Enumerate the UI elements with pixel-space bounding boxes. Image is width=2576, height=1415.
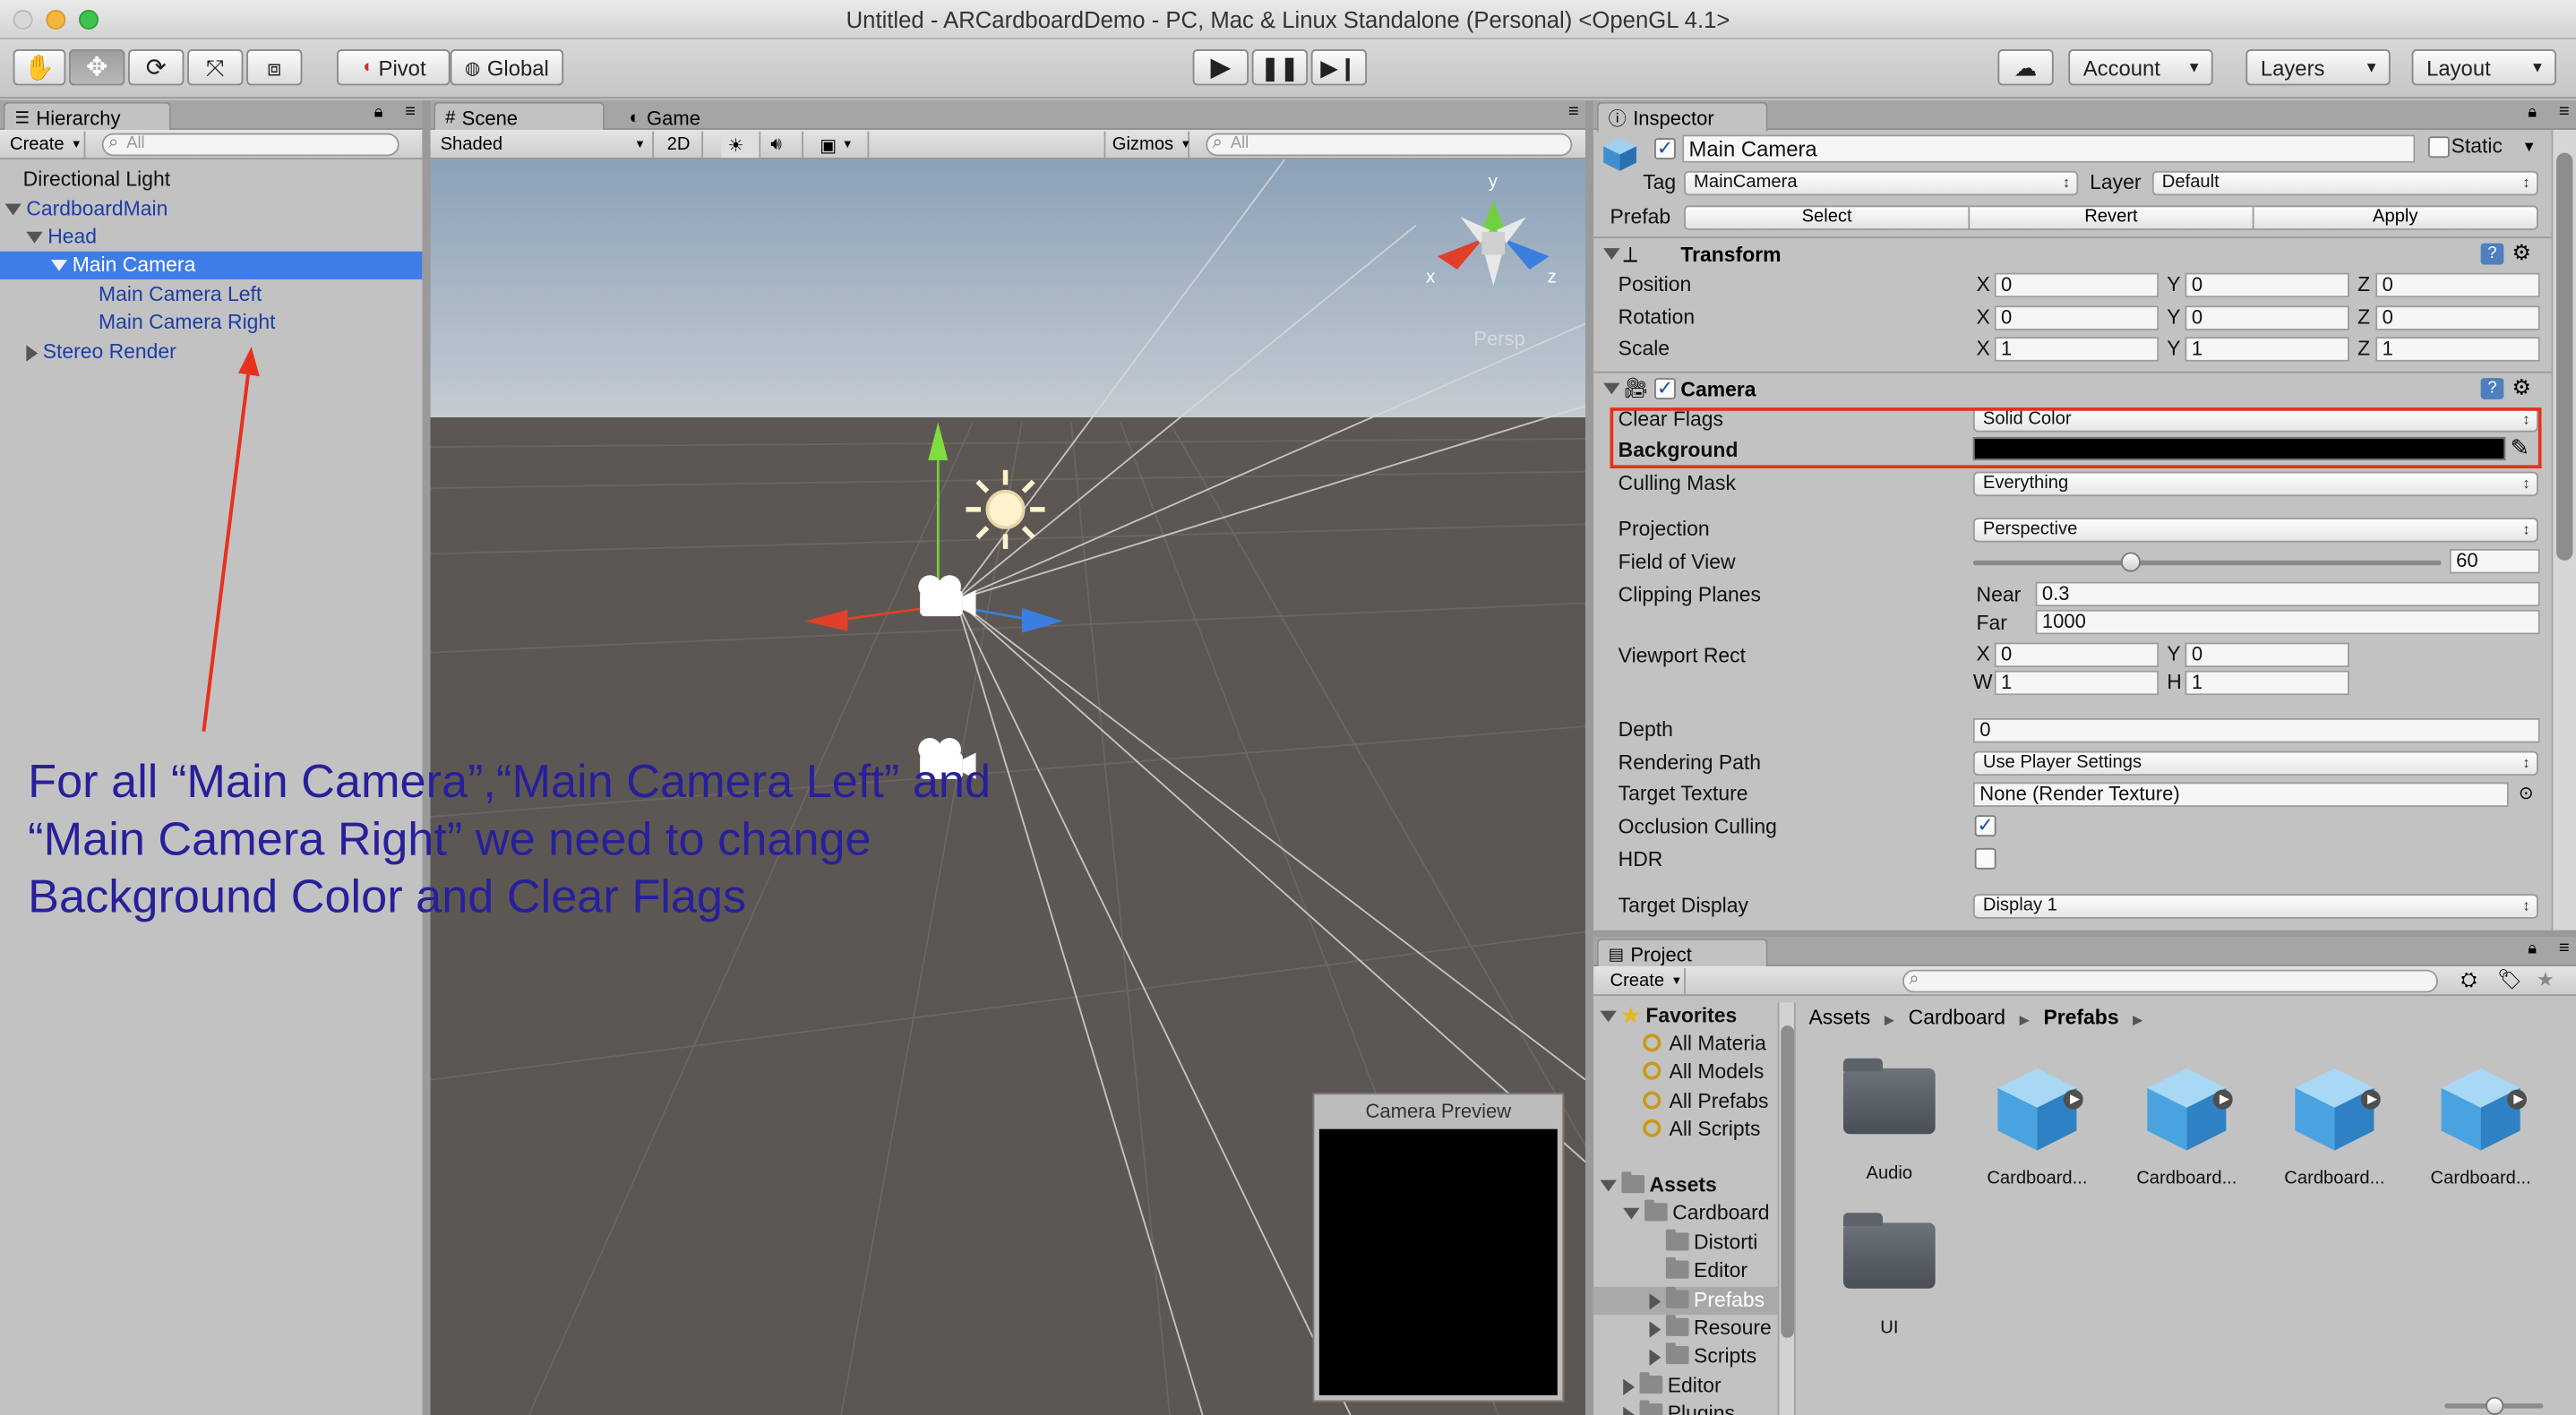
- annotation-text: For all “Main Camera”,“Main Camera Left”…: [28, 756, 992, 924]
- annotation-arrow: [202, 347, 260, 732]
- unity-editor-window: Untitled - ARCardboardDemo - PC, Mac & L…: [0, 0, 2576, 1415]
